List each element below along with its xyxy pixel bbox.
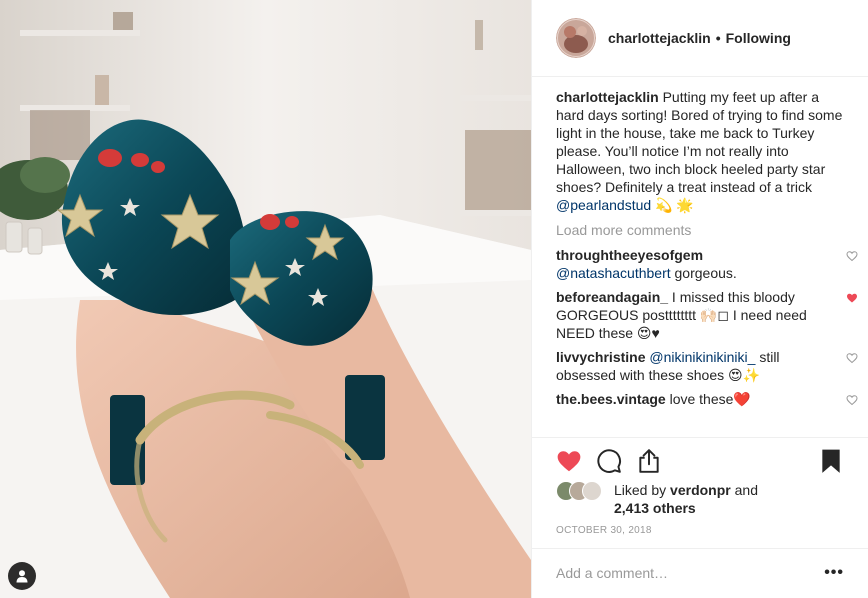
post-photo[interactable] <box>0 0 531 598</box>
comment-item: livvychristine @nikinikinikiniki_ still … <box>556 348 858 384</box>
post-header: charlottejacklin • Following <box>532 0 868 77</box>
action-bar <box>556 446 844 476</box>
heart-outline-icon[interactable] <box>846 352 858 364</box>
heart-filled-icon[interactable] <box>846 292 858 304</box>
heart-outline-icon[interactable] <box>846 250 858 262</box>
comment-username[interactable]: throughtheeyesofgem <box>556 247 703 263</box>
liked-by-label: Liked by <box>614 482 667 498</box>
header-username[interactable]: charlottejacklin <box>608 30 711 46</box>
likes-summary: Liked by verdonpr and 2,413 others <box>556 481 758 517</box>
liked-by-user[interactable]: verdonpr <box>670 482 731 498</box>
post-date[interactable]: OCTOBER 30, 2018 <box>556 525 652 536</box>
post-image <box>0 0 531 598</box>
likes-others-count[interactable]: 2,413 others <box>614 500 696 516</box>
divider <box>532 437 868 438</box>
comment-username[interactable]: the.bees.vintage <box>556 391 666 407</box>
person-icon <box>16 570 28 583</box>
heart-outline-icon[interactable] <box>846 394 858 406</box>
share-icon[interactable] <box>636 448 662 474</box>
likes-and: and <box>734 482 758 498</box>
more-options-icon[interactable]: ••• <box>824 564 844 582</box>
caption-mention[interactable]: @pearlandstud <box>556 197 651 213</box>
following-button[interactable]: Following <box>726 30 791 46</box>
liker-avatar <box>582 481 602 501</box>
comment-item: throughtheeyesofgem @natashacuthbert gor… <box>556 246 858 282</box>
caption-emoji: 💫 🌟 <box>655 197 694 213</box>
comment-item: the.bees.vintage love these❤️ <box>556 390 858 408</box>
caption: charlottejacklin Putting my feet up afte… <box>556 88 844 214</box>
comment-text: gorgeous. <box>674 265 737 281</box>
header-separator: • <box>715 30 721 46</box>
comment-username[interactable]: beforeandagain_ <box>556 289 668 305</box>
add-comment-input[interactable] <box>556 565 796 581</box>
liker-avatars <box>556 481 611 503</box>
caption-username[interactable]: charlottejacklin <box>556 89 659 105</box>
avatar-image <box>556 18 596 58</box>
comments-list: charlottejacklin Putting my feet up afte… <box>556 88 858 414</box>
comment-item: beforeandagain_ I missed this bloody GOR… <box>556 288 857 342</box>
speech-bubble-icon[interactable] <box>596 448 622 474</box>
post-side-panel: charlottejacklin • Following charlotteja… <box>531 0 868 598</box>
comment-username[interactable]: livvychristine <box>556 349 646 365</box>
heart-filled-icon[interactable] <box>556 448 582 474</box>
comment-text: love these❤️ <box>669 391 751 407</box>
load-more-comments-button[interactable]: Load more comments <box>556 220 844 240</box>
bookmark-filled-icon[interactable] <box>818 448 844 474</box>
comment-mention[interactable]: @nikinikinikiniki_ <box>649 349 755 365</box>
instagram-post: charlottejacklin • Following charlotteja… <box>0 0 868 598</box>
comment-mention[interactable]: @natashacuthbert <box>556 265 671 281</box>
add-comment-bar: ••• <box>556 556 844 590</box>
avatar[interactable] <box>556 18 596 58</box>
user-tag-button[interactable] <box>8 562 36 590</box>
divider <box>532 548 868 549</box>
likes-text: Liked by verdonpr and 2,413 others <box>614 481 758 517</box>
